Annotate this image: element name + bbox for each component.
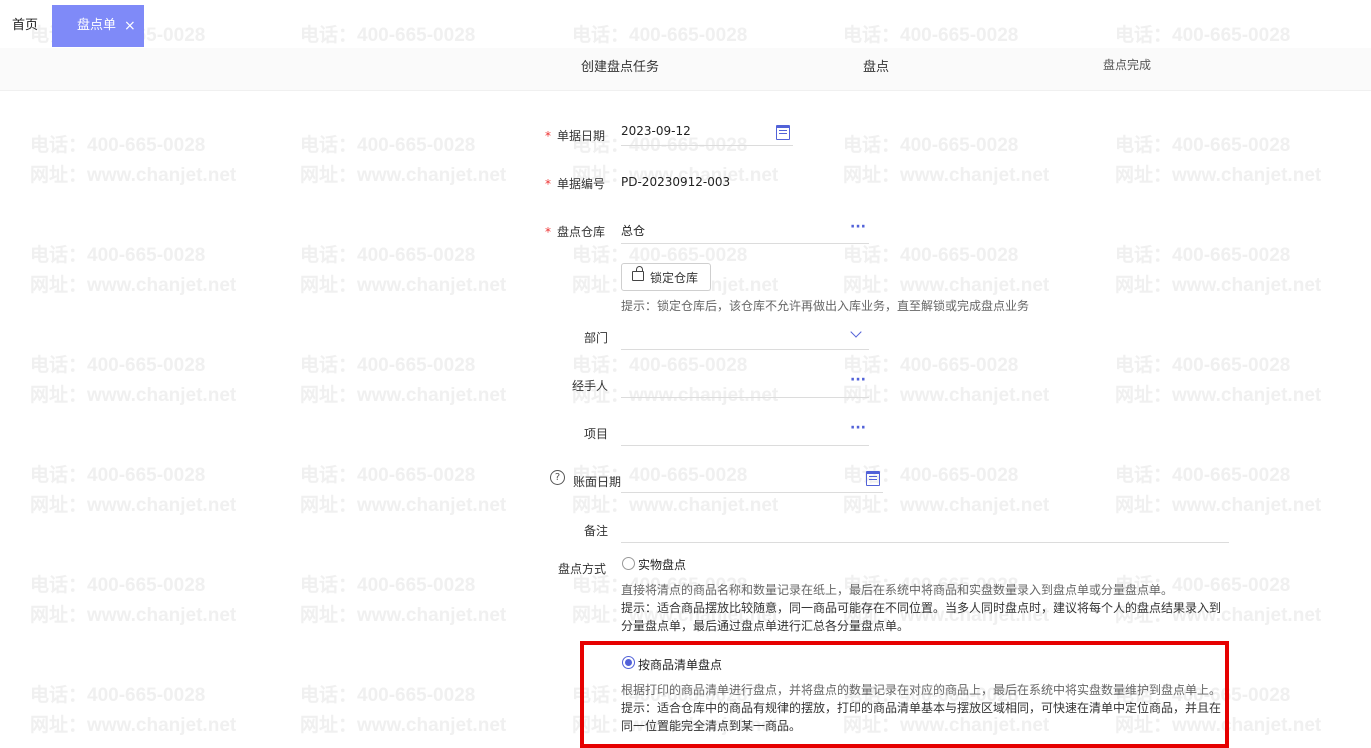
handler-underline — [621, 397, 869, 398]
stocktake-form: * 单据日期 2023-09-12 * 单据编号 PD-20230912-003 *… — [0, 90, 1371, 748]
remark-input[interactable] — [621, 520, 1221, 536]
physical-count-tip: 提示：适合商品摆放比较随意，同一商品可能存在不同位置。当多人同时盘点时，建议将每… — [621, 601, 1222, 615]
project-underline — [621, 445, 869, 446]
step-create-task: 创建盘点任务 — [581, 60, 660, 75]
help-icon[interactable]: ? — [550, 470, 565, 485]
project-input[interactable] — [621, 423, 841, 439]
list-count-desc: 根据打印的商品清单进行盘点，并将盘点的数量记录在对应的商品上，最后在系统中将实盘… — [621, 683, 1222, 697]
more-icon[interactable]: ··· — [850, 372, 866, 388]
physical-count-desc: 直接将清点的商品名称和数量记录在纸上，最后在系统中将商品和实盘数量录入到盘点单或… — [621, 583, 1174, 597]
more-icon[interactable]: ··· — [850, 420, 866, 436]
book-date-input[interactable] — [621, 471, 851, 487]
department-label: 部门 — [584, 331, 609, 345]
warehouse-underline — [621, 243, 869, 244]
list-count-tip: 提示：适合仓库中的商品有规律的摆放，打印的商品清单基本与摆放区域相同，可快速在清… — [621, 701, 1222, 715]
more-icon[interactable]: ··· — [850, 219, 866, 235]
radio-physical-count-label[interactable]: 实物盘点 — [638, 556, 686, 573]
physical-count-tip-cont: 分量盘点单，最后通过盘点单进行汇总各分量盘点单。 — [621, 619, 910, 633]
radio-list-count[interactable] — [622, 656, 635, 669]
handler-label: 经手人 — [572, 379, 609, 393]
book-date-label: 账面日期 — [573, 475, 622, 489]
lock-warehouse-button[interactable]: 锁定仓库 — [621, 263, 711, 291]
lock-hint: 提示：锁定仓库后，该仓库不允许再做出入库业务，直至解锁或完成盘点业务 — [621, 299, 1030, 313]
remark-label: 备注 — [584, 524, 609, 538]
list-count-tip-cont: 同一位置能完全清点到某一商品。 — [621, 719, 802, 733]
close-icon[interactable]: × — [124, 5, 136, 47]
doc-no-value: PD-20230912-003 — [621, 175, 731, 189]
chevron-down-icon[interactable] — [850, 326, 862, 338]
project-label: 项目 — [584, 427, 609, 441]
radio-physical-count[interactable] — [622, 557, 635, 570]
handler-input[interactable] — [621, 375, 841, 391]
department-underline — [621, 349, 869, 350]
lock-icon — [632, 266, 644, 281]
radio-list-count-label[interactable]: 按商品清单盘点 — [638, 656, 722, 673]
warehouse-label: * 盘点仓库 — [545, 225, 606, 239]
tab-bar: 首页 盘点单 × — [0, 0, 1371, 48]
progress-steps: 创建盘点任务 盘点 盘点完成 — [0, 48, 1371, 91]
method-label: 盘点方式 — [558, 562, 607, 576]
step-counting: 盘点 — [863, 60, 890, 75]
warehouse-input[interactable]: 总仓 — [621, 222, 645, 239]
remark-underline — [621, 542, 1229, 543]
step-complete: 盘点完成 — [1103, 58, 1152, 72]
tab-stocktake[interactable]: 盘点单 × — [52, 5, 144, 47]
doc-date-underline — [621, 145, 793, 146]
calendar-icon[interactable] — [866, 471, 880, 486]
department-select[interactable] — [621, 327, 851, 343]
tab-home[interactable]: 首页 — [0, 5, 50, 47]
calendar-icon[interactable] — [776, 125, 790, 140]
doc-no-label: * 单据编号 — [545, 177, 606, 191]
doc-date-label: * 单据日期 — [545, 129, 606, 143]
tab-stocktake-label: 盘点单 — [77, 18, 117, 33]
book-date-underline — [621, 492, 883, 493]
doc-date-input[interactable]: 2023-09-12 — [621, 124, 691, 138]
